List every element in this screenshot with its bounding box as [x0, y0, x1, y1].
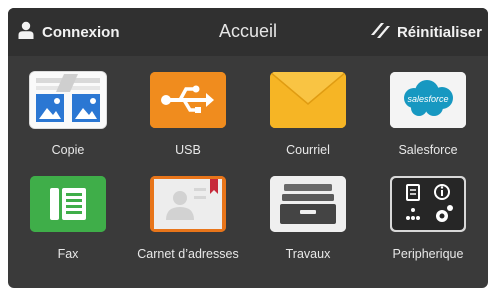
salesforce-icon: salesforce — [390, 72, 466, 128]
app-label: USB — [175, 143, 201, 157]
app-address-book[interactable]: Carnet d’adresses — [128, 168, 248, 268]
app-label: Fax — [57, 247, 79, 261]
app-grid: Copie USB Courriel salesforce Salesforce… — [8, 56, 488, 288]
app-label: Salesforce — [398, 143, 458, 157]
usb-icon — [150, 72, 226, 128]
reset-icon — [369, 20, 391, 45]
address-book-icon — [150, 176, 226, 232]
app-label: Carnet d’adresses — [137, 247, 239, 261]
app-fax[interactable]: Fax — [8, 168, 128, 268]
app-copy[interactable]: Copie — [8, 64, 128, 164]
reset-label: Réinitialiser — [396, 23, 482, 41]
reset-button[interactable]: Réinitialiser — [369, 19, 482, 45]
copy-icon — [30, 72, 106, 128]
app-salesforce[interactable]: salesforce Salesforce — [368, 64, 488, 164]
salesforce-logo-text: salesforce — [407, 94, 449, 104]
jobs-tray-icon — [270, 176, 346, 232]
app-label: Copie — [51, 143, 85, 157]
app-usb[interactable]: USB — [128, 64, 248, 164]
device-screen: Connexion Accueil Réinitialiser Copie US… — [8, 8, 488, 288]
app-email[interactable]: Courriel — [248, 64, 368, 164]
top-bar: Connexion Accueil Réinitialiser — [8, 8, 488, 56]
app-label: Travaux — [285, 247, 331, 261]
fax-icon — [30, 176, 106, 232]
app-label: Peripherique — [392, 247, 464, 261]
device-icon — [390, 176, 466, 232]
app-jobs[interactable]: Travaux — [248, 168, 368, 268]
app-label: Courriel — [286, 143, 330, 157]
app-device[interactable]: Peripherique — [368, 168, 488, 268]
email-icon — [270, 72, 346, 128]
